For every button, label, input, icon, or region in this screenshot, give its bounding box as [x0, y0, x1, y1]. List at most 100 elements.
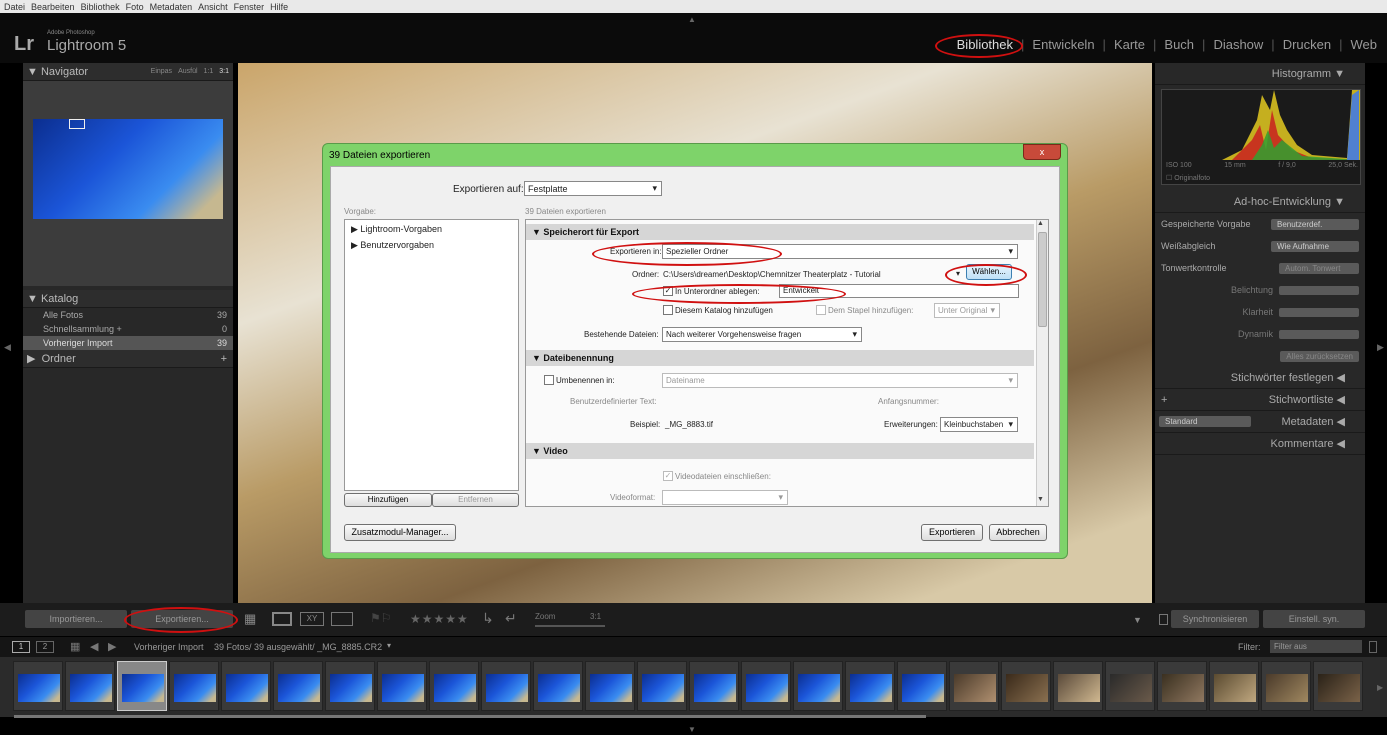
- filter-select[interactable]: Filter aus: [1270, 640, 1362, 653]
- comments-header[interactable]: Kommentare ◀: [1155, 433, 1365, 455]
- vibrance-buttons[interactable]: [1279, 329, 1359, 339]
- module-entwickeln[interactable]: Entwickeln: [1032, 37, 1094, 52]
- sync-settings-button[interactable]: Einstell. syn.: [1263, 610, 1365, 628]
- filmstrip-thumb[interactable]: [845, 661, 895, 711]
- grid-icon[interactable]: ▦: [70, 640, 80, 653]
- filmstrip-thumb[interactable]: [897, 661, 947, 711]
- rename-checkbox[interactable]: [544, 375, 554, 385]
- nav-fit[interactable]: Einpas: [151, 68, 172, 75]
- menu-datei[interactable]: Datei: [4, 2, 25, 12]
- forward-arrow-icon[interactable]: ▶: [108, 640, 116, 653]
- sync-button[interactable]: Synchronisieren: [1171, 610, 1259, 628]
- section-video[interactable]: ▼ Video: [526, 443, 1034, 459]
- menu-metadaten[interactable]: Metadaten: [150, 2, 193, 12]
- section-speicherort[interactable]: ▼ Speicherort für Export: [526, 224, 1034, 240]
- video-format-select[interactable]: [662, 490, 788, 505]
- katalog-item-selected[interactable]: Vorheriger Import 39: [23, 336, 233, 350]
- auto-sync-toggle[interactable]: [1159, 614, 1168, 625]
- filmstrip-thumb[interactable]: [325, 661, 375, 711]
- preset-item[interactable]: ▶ Benutzervorgaben: [351, 240, 434, 251]
- extensions-select[interactable]: Kleinbuchstaben: [940, 417, 1018, 432]
- filmstrip-thumb[interactable]: [1157, 661, 1207, 711]
- window-2-button[interactable]: 2: [36, 641, 54, 653]
- include-video-checkbox[interactable]: ✓: [663, 471, 673, 481]
- filmstrip-thumb-selected[interactable]: [117, 661, 167, 711]
- katalog-header[interactable]: ▼ Katalog: [23, 290, 233, 308]
- add-to-stack-checkbox[interactable]: [816, 305, 826, 315]
- scroll-up-icon[interactable]: ▲: [1037, 220, 1044, 227]
- filmstrip-thumb[interactable]: [13, 661, 63, 711]
- flag-icon[interactable]: ⚑⚐: [370, 611, 392, 625]
- module-drucken[interactable]: Drucken: [1283, 37, 1331, 52]
- section-dateibenennung[interactable]: ▼ Dateibenennung: [526, 350, 1034, 366]
- filmstrip-thumb[interactable]: [1313, 661, 1363, 711]
- compare-view-icon[interactable]: XY: [300, 612, 324, 626]
- filmstrip[interactable]: ▶: [0, 657, 1387, 718]
- module-diashow[interactable]: Diashow: [1213, 37, 1263, 52]
- filmstrip-thumb[interactable]: [1053, 661, 1103, 711]
- module-karte[interactable]: Karte: [1114, 37, 1145, 52]
- preset-item[interactable]: ▶ Lightroom-Vorgaben: [351, 224, 442, 235]
- loupe-view-icon[interactable]: [272, 612, 292, 626]
- exposure-buttons[interactable]: [1279, 285, 1359, 295]
- preset-select[interactable]: Benutzerdef.: [1271, 218, 1359, 230]
- right-panel-toggle-icon[interactable]: ▶: [1377, 342, 1384, 353]
- stack-position-select[interactable]: Unter Original: [934, 303, 1000, 318]
- plus-icon[interactable]: +: [1161, 389, 1167, 411]
- filmstrip-thumb[interactable]: [1001, 661, 1051, 711]
- menu-hilfe[interactable]: Hilfe: [270, 2, 288, 12]
- filmstrip-thumb[interactable]: [65, 661, 115, 711]
- rotate-left-icon[interactable]: ↳: [482, 610, 494, 627]
- settings-scrollbar[interactable]: ▲ ▼: [1036, 220, 1048, 506]
- menu-foto[interactable]: Foto: [126, 2, 144, 12]
- toolbar-menu-icon[interactable]: ▼: [1133, 615, 1142, 625]
- keywording-header[interactable]: Stichwörter festlegen ◀: [1155, 367, 1365, 389]
- filmstrip-thumb[interactable]: [481, 661, 531, 711]
- dialog-close-button[interactable]: x: [1023, 144, 1061, 160]
- ordner-header[interactable]: ▶ Ordner +: [23, 350, 233, 368]
- zoom-slider[interactable]: [535, 625, 605, 627]
- filmstrip-thumb[interactable]: [793, 661, 843, 711]
- scrollbar-thumb[interactable]: [1038, 232, 1047, 327]
- export-button[interactable]: Exportieren: [921, 524, 983, 541]
- wb-select[interactable]: Wie Aufnahme: [1271, 240, 1359, 252]
- module-web[interactable]: Web: [1351, 37, 1378, 52]
- scroll-down-icon[interactable]: ▼: [1037, 496, 1044, 503]
- window-1-button[interactable]: 1: [12, 641, 30, 653]
- filmstrip-thumb[interactable]: [429, 661, 479, 711]
- menu-fenster[interactable]: Fenster: [234, 2, 265, 12]
- rename-template-select[interactable]: Dateiname: [662, 373, 1018, 388]
- menu-ansicht[interactable]: Ansicht: [198, 2, 228, 12]
- filmstrip-thumb[interactable]: [1261, 661, 1311, 711]
- add-preset-button[interactable]: Hinzufügen: [344, 493, 432, 507]
- filmstrip-thumb[interactable]: [377, 661, 427, 711]
- import-button[interactable]: Importieren...: [25, 610, 127, 628]
- chevron-down-icon[interactable]: ▾: [387, 641, 391, 650]
- navigator-header[interactable]: ▼ Navigator Einpas Ausfül 1:1 3:1: [23, 63, 233, 81]
- metadata-header[interactable]: Standard Metadaten ◀: [1155, 411, 1365, 433]
- nav-1-1[interactable]: 1:1: [204, 68, 214, 75]
- filmstrip-source[interactable]: Vorheriger Import: [134, 642, 204, 652]
- filmstrip-thumb[interactable]: [221, 661, 271, 711]
- filter-lock-icon[interactable]: [1369, 641, 1377, 653]
- filmstrip-thumb[interactable]: [637, 661, 687, 711]
- grid-view-icon[interactable]: ▦: [244, 611, 266, 627]
- filmstrip-scrollbar[interactable]: [14, 715, 926, 718]
- plus-icon[interactable]: +: [221, 353, 227, 365]
- filmstrip-right-icon[interactable]: ▶: [1377, 683, 1383, 692]
- menu-bibliothek[interactable]: Bibliothek: [81, 2, 120, 12]
- rating-stars[interactable]: ★★★★★: [410, 612, 469, 626]
- metadata-preset-select[interactable]: Standard: [1159, 416, 1251, 427]
- adhoc-header[interactable]: Ad-hoc-Entwicklung ▼: [1155, 191, 1365, 213]
- export-to-select[interactable]: Festplatte: [524, 181, 662, 196]
- katalog-item[interactable]: Schnellsammlung + 0: [23, 322, 233, 336]
- filmstrip-info[interactable]: 39 Fotos/ 39 ausgewählt/ _MG_8885.CR2: [214, 642, 382, 652]
- rotate-right-icon[interactable]: ↵: [505, 610, 517, 627]
- plugin-manager-button[interactable]: Zusatzmodul-Manager...: [344, 524, 456, 541]
- filmstrip-thumb[interactable]: [689, 661, 739, 711]
- histogram-header[interactable]: Histogramm ▼: [1155, 63, 1365, 85]
- left-panel-toggle-icon[interactable]: ◀: [4, 342, 11, 353]
- auto-tone-button[interactable]: Autom. Tonwert: [1279, 262, 1359, 274]
- filmstrip-thumb[interactable]: [169, 661, 219, 711]
- katalog-item[interactable]: Alle Fotos 39: [23, 308, 233, 322]
